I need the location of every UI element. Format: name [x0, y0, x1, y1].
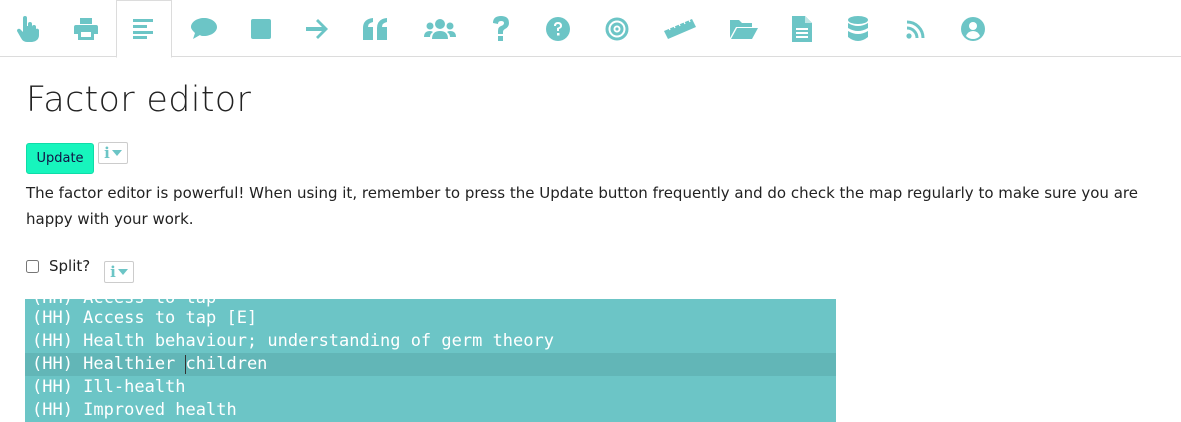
page-title: Factor editor: [26, 80, 252, 120]
editor-line: (HH) Ill-health: [32, 377, 186, 397]
comment-icon[interactable]: [176, 0, 232, 57]
align-left-icon[interactable]: [116, 0, 172, 58]
split-info-dropdown-button[interactable]: i: [104, 261, 134, 283]
split-checkbox[interactable]: [26, 259, 39, 273]
info-dropdown-button[interactable]: i: [98, 142, 128, 164]
user-circle-icon[interactable]: [945, 0, 1001, 57]
users-icon[interactable]: [412, 0, 468, 57]
factor-text-editor[interactable]: (HH) Access to tap (HH) Access to tap [E…: [25, 299, 836, 422]
update-button[interactable]: Update: [26, 143, 94, 174]
square-icon[interactable]: [233, 0, 289, 57]
info-icon: i: [110, 262, 116, 281]
split-label: Split?: [49, 257, 91, 275]
question-circle-icon[interactable]: [530, 0, 586, 57]
database-icon[interactable]: [830, 0, 886, 57]
ruler-icon[interactable]: [652, 0, 708, 57]
arrow-right-icon[interactable]: [290, 0, 346, 57]
question-icon[interactable]: [473, 0, 529, 57]
editor-description: The factor editor is powerful! When usin…: [26, 184, 1138, 228]
toolbar: [0, 0, 1181, 58]
editor-line-after-cursor: children: [185, 354, 268, 374]
folder-open-icon[interactable]: [716, 0, 772, 57]
editor-line: (HH) Improved health: [32, 400, 237, 420]
bullseye-icon[interactable]: [589, 0, 645, 57]
file-text-icon[interactable]: [774, 0, 830, 57]
split-control: Split?: [26, 257, 90, 275]
editor-line: (HH) Access to tap [E]: [32, 308, 258, 328]
editor-line-before-cursor: (HH) Healthier: [32, 354, 186, 374]
info-icon: i: [104, 143, 110, 162]
pointer-hand-icon[interactable]: [0, 0, 56, 57]
quote-icon[interactable]: [348, 0, 404, 57]
rss-icon[interactable]: [888, 0, 944, 57]
editor-line: (HH) Health behaviour; understanding of …: [32, 331, 554, 351]
editor-line-current: (HH) Healthier children: [25, 353, 836, 376]
print-icon[interactable]: [58, 0, 114, 57]
caret-down-icon: [111, 150, 122, 156]
caret-down-icon: [117, 269, 128, 275]
